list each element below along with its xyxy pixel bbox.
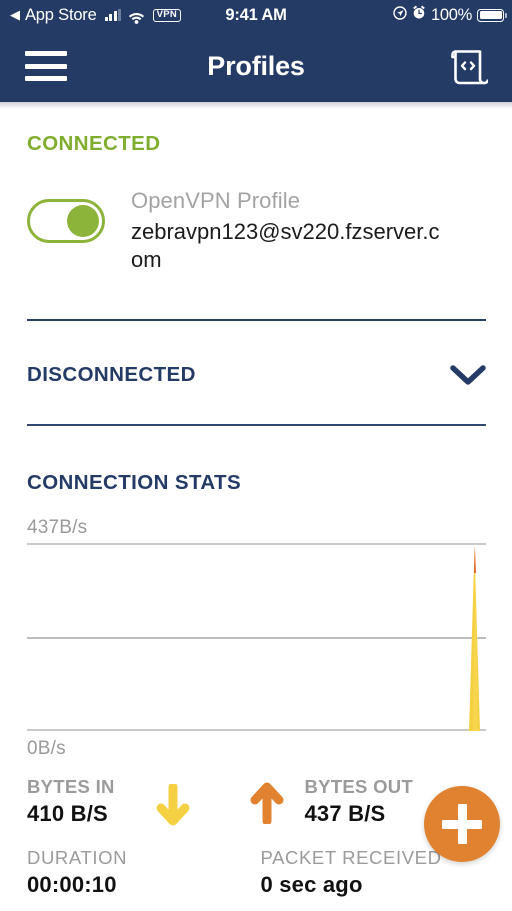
disconnected-section[interactable]: DISCONNECTED <box>0 363 512 387</box>
arrow-down-icon <box>155 782 191 833</box>
navigation-bar: Profiles <box>0 30 512 102</box>
duration-value: 00:00:10 <box>27 872 117 898</box>
spacer-after-profile <box>0 274 512 319</box>
status-bar-right: 100% <box>393 5 507 25</box>
connection-stats-title: CONNECTION STATS <box>27 471 242 495</box>
profile-texts: OpenVPN Profile zebravpn123@sv220.fzserv… <box>131 188 441 274</box>
bytes-in-value: 410 B/S <box>27 801 108 827</box>
profile-type-label: OpenVPN Profile <box>131 188 301 213</box>
page-title: Profiles <box>207 50 305 81</box>
chart-plot-area <box>27 543 486 732</box>
chart-ymin-label: 0B/s <box>27 738 66 760</box>
chevron-down-icon[interactable] <box>450 364 486 386</box>
throughput-chart: 437B/s 0B/s <box>27 517 486 760</box>
add-profile-fab[interactable] <box>424 786 500 862</box>
toggle-knob <box>67 205 99 237</box>
location-arrow-icon <box>393 5 407 25</box>
profile-connection-toggle[interactable] <box>27 199 105 243</box>
battery-percent-label: 100% <box>430 5 472 24</box>
disconnected-section-title: DISCONNECTED <box>27 363 196 387</box>
duration-stat: DURATION 00:00:10 <box>27 847 257 898</box>
divider-disconnected <box>27 424 486 427</box>
stats-row-session: DURATION 00:00:10 PACKET RECEIVED 0 sec … <box>27 847 486 898</box>
stats-row-throughput: BYTES IN 410 B/S BYTES OUT 437 B/S <box>27 776 486 827</box>
plus-icon-vertical <box>457 804 467 844</box>
spacer-after-disconnected <box>0 387 512 424</box>
arrow-up-icon <box>249 780 285 829</box>
disconnected-header-row[interactable]: DISCONNECTED <box>27 363 486 387</box>
profile-row: OpenVPN Profile zebravpn123@sv220.fzserv… <box>27 188 486 274</box>
chart-ymax-label: 437B/s <box>27 517 88 539</box>
connected-section-title: CONNECTED <box>27 132 161 155</box>
bytes-in-label: BYTES IN <box>27 776 115 798</box>
chart-throughput-spike <box>469 545 480 732</box>
bytes-in-stat: BYTES IN 410 B/S <box>27 776 257 827</box>
battery-full-icon <box>477 8 507 22</box>
packet-received-value: 0 sec ago <box>260 872 363 898</box>
main-content: CONNECTED OpenVPN Profile zebravpn123@sv… <box>0 102 512 898</box>
alarm-clock-icon <box>412 5 426 25</box>
code-scroll-icon[interactable] <box>448 45 490 87</box>
profile-name-label: zebravpn123@sv220.fzserver.com <box>131 219 440 273</box>
connected-section: CONNECTED OpenVPN Profile zebravpn123@sv… <box>0 132 512 274</box>
status-bar: ◀ App Store VPN 9:41 AM 100% <box>0 0 512 30</box>
stats-block: BYTES IN 410 B/S BYTES OUT 437 B/S DURAT… <box>27 776 486 898</box>
divider-connected <box>27 319 486 322</box>
duration-label: DURATION <box>27 847 128 869</box>
app-root: ◀ App Store VPN 9:41 AM 100% Profiles CO… <box>0 0 512 911</box>
